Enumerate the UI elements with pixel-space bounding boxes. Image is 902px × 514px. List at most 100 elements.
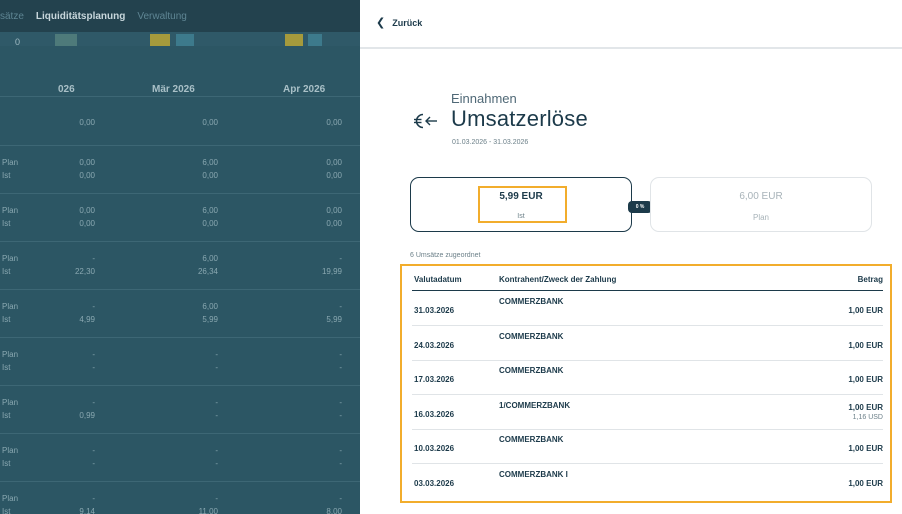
plan-cell-value: - <box>92 254 95 263</box>
ist-cell-value: 26,34 <box>197 267 218 276</box>
plan-cell-value: 6,00 <box>202 206 218 215</box>
ist-row-label: Ist <box>2 315 11 324</box>
row-date: 03.03.2026 <box>414 478 455 488</box>
row-amount: 1,00 EUR <box>848 306 883 315</box>
page-title: Umsatzerlöse <box>451 106 588 131</box>
background-tabs: sätze Liquiditätsplanung Verwaltung <box>0 0 199 35</box>
ist-cell-value: - <box>339 363 342 372</box>
plan-row-label: Plan <box>2 158 19 167</box>
background-page: sätze Liquiditätsplanung Verwaltung 0 02… <box>0 0 360 514</box>
ist-cell-value: - <box>339 411 342 420</box>
ist-card[interactable]: 5,99 EUR Ist <box>410 177 632 232</box>
row-party: 1/COMMERZBANK <box>499 400 571 410</box>
table-row[interactable]: 10.03.2026 COMMERZBANK 1,00 EUR <box>412 430 883 464</box>
ist-cell-value: - <box>215 363 218 372</box>
column-header-amount[interactable]: Betrag <box>858 275 883 284</box>
row-party: COMMERZBANK <box>499 297 564 306</box>
column-header-party[interactable]: Kontrahent/Zweck der Zahlung <box>499 275 616 284</box>
percent-badge: 0 % <box>628 201 652 213</box>
plan-cell-value: - <box>92 446 95 455</box>
plan-row-label: Plan <box>2 350 19 359</box>
plan-cell-value: - <box>339 446 342 455</box>
cell-value: 0,00 <box>202 118 218 127</box>
ist-cell-value: 0,99 <box>79 411 95 420</box>
back-button[interactable]: ❮ Zurück <box>376 16 422 29</box>
row-party: COMMERZBANK I <box>499 469 568 479</box>
plan-cell-value: - <box>339 494 342 503</box>
ist-cell-value: - <box>92 459 95 468</box>
ist-cell-value: 8,00 <box>326 507 342 514</box>
ist-cell-value: - <box>215 459 218 468</box>
row-date: 24.03.2026 <box>414 340 455 350</box>
plan-cell-value: - <box>92 494 95 503</box>
mini-chart-bar <box>176 34 194 46</box>
plan-cell-value: 0,00 <box>79 158 95 167</box>
plan-card[interactable]: 6,00 EUR Plan <box>650 177 872 232</box>
plan-row-label: Plan <box>2 398 19 407</box>
row-amount: 1,00 EUR 1,16 USD <box>848 403 883 421</box>
divider <box>0 481 360 482</box>
divider <box>0 241 360 242</box>
plan-cell-value: 6,00 <box>202 302 218 311</box>
ist-cell-value: 9,14 <box>79 507 95 514</box>
cell-value: 0,00 <box>79 118 95 127</box>
tab-umsaetze[interactable]: sätze <box>0 11 36 22</box>
ist-cell-value: 0,00 <box>79 171 95 180</box>
row-amount-primary: 1,00 EUR <box>848 375 883 384</box>
table-row[interactable]: 17.03.2026 COMMERZBANK 1,00 EUR <box>412 361 883 395</box>
month-label: 026 <box>58 84 75 95</box>
ist-amount: 5,99 EUR <box>499 191 543 202</box>
ist-label: Ist <box>517 213 525 220</box>
plan-cell-value: - <box>339 398 342 407</box>
divider <box>0 337 360 338</box>
ist-cell-value: 0,00 <box>326 171 342 180</box>
row-date: 31.03.2026 <box>414 306 455 315</box>
table-row[interactable]: 16.03.2026 1/COMMERZBANK 1,00 EUR 1,16 USD <box>412 396 883 430</box>
plan-cell-value: - <box>215 446 218 455</box>
ist-row-label: Ist <box>2 219 11 228</box>
ist-row-label: Ist <box>2 171 11 180</box>
table-row[interactable]: 31.03.2026 COMMERZBANK 1,00 EUR <box>412 292 883 326</box>
ist-cell-value: 11,00 <box>198 507 218 514</box>
plan-cell-value: 0,00 <box>79 206 95 215</box>
transactions-table: Valutadatum Kontrahent/Zweck der Zahlung… <box>400 264 892 503</box>
ist-row-label: Ist <box>2 411 11 420</box>
plan-cell-value: - <box>92 350 95 359</box>
plan-row-label: Plan <box>2 302 19 311</box>
row-amount: 1,00 EUR <box>848 444 883 453</box>
plan-cell-value: - <box>92 302 95 311</box>
plan-cell-value: - <box>215 350 218 359</box>
table-row[interactable]: 03.03.2026 COMMERZBANK I 1,00 EUR <box>412 465 883 499</box>
row-date: 16.03.2026 <box>414 409 455 419</box>
table-row[interactable]: 24.03.2026 COMMERZBANK 1,00 EUR <box>412 327 883 361</box>
plan-cell-value: 0,00 <box>326 206 342 215</box>
chevron-left-icon: ❮ <box>376 17 386 29</box>
plan-cell-value: 6,00 <box>202 254 218 263</box>
tab-verwaltung[interactable]: Verwaltung <box>137 11 198 22</box>
ist-row-label: Ist <box>2 459 11 468</box>
ist-cell-value: 0,00 <box>326 219 342 228</box>
tab-liquiditaetsplanung[interactable]: Liquiditätsplanung <box>35 11 137 35</box>
divider <box>0 289 360 290</box>
ist-row-label: Ist <box>2 363 11 372</box>
back-label: Zurück <box>392 17 423 28</box>
mini-chart-bar <box>150 34 170 46</box>
row-amount-primary: 1,00 EUR <box>848 340 883 350</box>
ist-cell-value: - <box>92 363 95 372</box>
row-amount: 1,00 EUR <box>848 479 883 488</box>
row-date: 17.03.2026 <box>414 375 455 384</box>
plan-cell-value: - <box>339 302 342 311</box>
ist-row-label: Ist <box>2 267 11 276</box>
table-header: Valutadatum Kontrahent/Zweck der Zahlung… <box>412 271 883 291</box>
plan-row-label: Plan <box>2 254 19 263</box>
row-party: COMMERZBANK <box>499 435 564 444</box>
month-label: Mär 2026 <box>152 84 195 95</box>
plan-row-label: Plan <box>2 494 19 503</box>
plan-cell-value: 6,00 <box>202 158 218 167</box>
column-header-date[interactable]: Valutadatum <box>414 275 462 284</box>
row-party: COMMERZBANK <box>499 331 564 341</box>
ist-cell-value: 0,00 <box>202 171 218 180</box>
mini-chart-bar <box>308 34 322 46</box>
row-amount-primary: 1,00 EUR <box>848 306 883 315</box>
detail-panel: ❮ Zurück Einnahmen Umsatzerlöse 01.03.20… <box>360 0 902 514</box>
